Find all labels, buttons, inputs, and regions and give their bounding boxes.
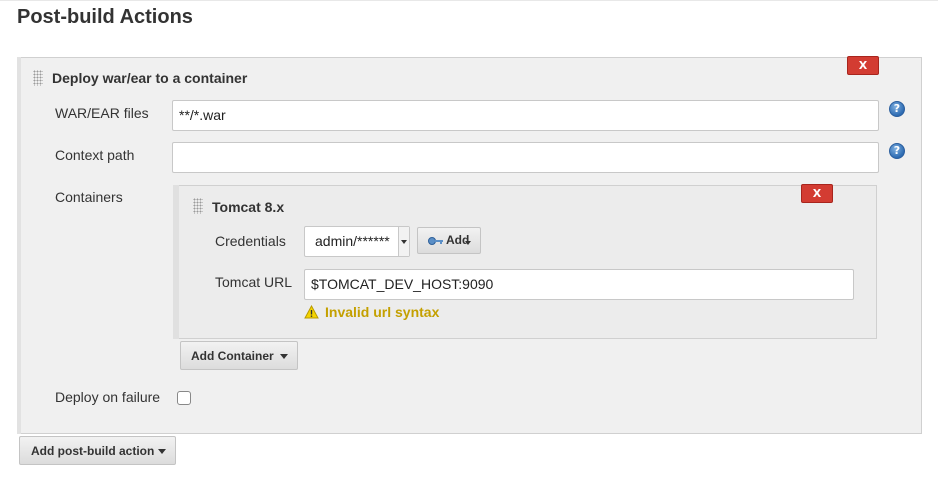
help-icon[interactable]: ?: [889, 143, 905, 159]
tomcat-url-label: Tomcat URL: [215, 274, 293, 290]
deploy-on-failure-checkbox[interactable]: [177, 391, 191, 405]
chevron-down-icon: [465, 241, 471, 245]
chevron-down-icon: [398, 227, 409, 256]
key-icon: [428, 237, 443, 245]
add-container-label: Add Container: [191, 349, 274, 363]
add-post-build-action-button[interactable]: Add post-build action: [19, 436, 176, 465]
containers-label: Containers: [55, 189, 123, 205]
delete-tomcat-button[interactable]: X: [801, 184, 833, 203]
war-ear-input[interactable]: **/*.war: [172, 100, 879, 131]
help-icon[interactable]: ?: [889, 101, 905, 117]
context-path-label: Context path: [55, 147, 135, 163]
add-container-button[interactable]: Add Container: [180, 341, 298, 370]
credentials-select[interactable]: admin/******: [304, 226, 410, 257]
url-warning: Invalid url syntax: [325, 304, 440, 320]
add-credentials-button[interactable]: Add: [417, 227, 481, 254]
deploy-block-title: Deploy war/ear to a container: [52, 70, 248, 86]
deploy-on-failure-label: Deploy on failure: [55, 389, 161, 405]
war-ear-label: WAR/EAR files: [55, 105, 149, 121]
chevron-down-icon: [158, 448, 166, 454]
top-divider: [0, 0, 938, 1]
tomcat-title: Tomcat 8.x: [212, 199, 285, 215]
delete-deploy-button[interactable]: X: [847, 56, 879, 75]
context-path-input[interactable]: [172, 142, 879, 173]
add-post-build-action-label: Add post-build action: [31, 444, 155, 458]
chevron-down-icon: [280, 353, 288, 359]
credentials-selected: admin/******: [315, 233, 390, 249]
drag-handle-icon[interactable]: [193, 198, 203, 214]
section-title: Post-build Actions: [17, 6, 193, 28]
container-border: [173, 185, 179, 339]
credentials-label: Credentials: [215, 233, 286, 249]
warning-icon: [304, 305, 319, 319]
block-border: [17, 57, 21, 434]
drag-handle-icon[interactable]: [33, 70, 43, 86]
tomcat-url-input[interactable]: $TOMCAT_DEV_HOST:9090: [304, 269, 854, 300]
